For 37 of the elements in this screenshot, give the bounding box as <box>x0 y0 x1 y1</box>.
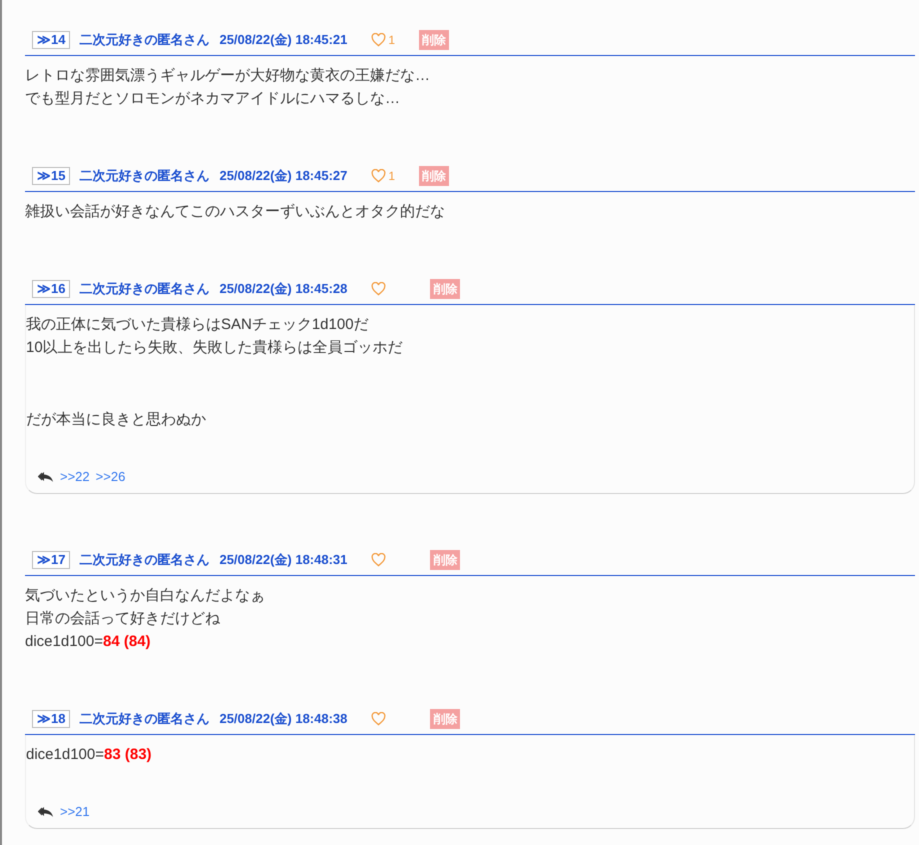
reply-icon <box>38 471 54 483</box>
post-number[interactable]: ≫18 <box>32 710 70 728</box>
post-date: 25/08/22(金) 18:45:27 <box>219 166 348 185</box>
like-count: 1 <box>388 32 396 48</box>
poster-name: 二次元好きの匿名さん <box>79 280 210 298</box>
post-text: 雑扱い会話が好きなんてこのハスターずいぶんとオタク的だな <box>25 202 446 222</box>
heart-icon[interactable] <box>371 712 386 726</box>
post-date: 25/08/22(金) 18:48:38 <box>219 710 348 728</box>
heart-icon[interactable] <box>371 552 386 566</box>
reply-link[interactable]: >>22 <box>60 467 90 487</box>
post-text: 日常の会話って好きだけどね <box>25 609 221 629</box>
dice-roll: dice1d100=83 (83) <box>26 745 153 765</box>
poster-name: 二次元好きの匿名さん <box>79 166 210 185</box>
heart-icon[interactable] <box>371 282 386 296</box>
post-text: 気づいたというか自白なんだよなぁ <box>25 586 266 606</box>
reply-icon <box>38 806 54 818</box>
post-text: レトロな雰囲気漂うギャルゲーが大好物な黄衣の王嫌だな… <box>25 66 431 86</box>
post-number[interactable]: ≫14 <box>32 30 70 48</box>
post-date: 25/08/22(金) 18:48:31 <box>219 550 348 569</box>
reply-link[interactable]: >>26 <box>96 467 126 487</box>
post-text: でも型月だとソロモンがネカマアイドルにハマるしな… <box>25 89 401 109</box>
post-number[interactable]: ≫16 <box>32 280 70 298</box>
poster-name: 二次元好きの匿名さん <box>79 710 210 728</box>
like-count: 1 <box>388 168 396 184</box>
post-date: 25/08/22(金) 18:45:28 <box>219 280 348 298</box>
post-number[interactable]: ≫15 <box>32 166 70 184</box>
post-text: だが本当に良きと思わぬか <box>26 410 207 430</box>
poster-name: 二次元好きの匿名さん <box>79 30 210 49</box>
post-date: 25/08/22(金) 18:45:21 <box>219 30 348 49</box>
poster-name: 二次元好きの匿名さん <box>79 550 210 569</box>
post-text: 我の正体に気づいた貴様らはSANチェック1d100だ <box>26 315 370 335</box>
dice-roll: dice1d100=84 (84) <box>25 632 152 652</box>
reply-link[interactable]: >>21 <box>60 802 90 822</box>
post-number[interactable]: ≫17 <box>32 550 70 568</box>
heart-icon[interactable] <box>371 32 386 46</box>
post-text: 10以上を出したら失敗、失敗した貴様らは全員ゴッホだ <box>26 338 404 358</box>
heart-icon[interactable] <box>371 168 386 182</box>
